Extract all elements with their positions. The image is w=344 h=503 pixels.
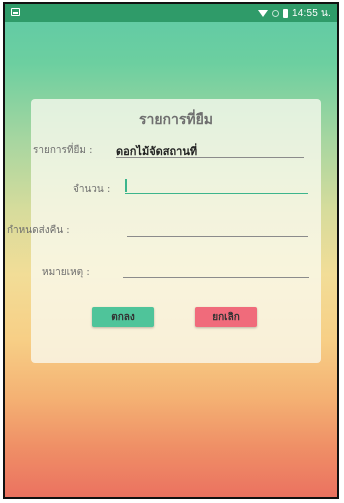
status-icons: 14:55 น. [257, 6, 331, 20]
due-date-label: กำหนดส่งคืน : [7, 225, 70, 236]
remarks-label: หมายเหตุ : [42, 267, 90, 278]
battery-icon [282, 8, 288, 18]
remarks-field[interactable] [123, 277, 309, 278]
status-time: 14:55 น. [291, 7, 331, 19]
quantity-label: จำนวน : [73, 184, 111, 195]
cancel-button[interactable]: ยกเลิก [195, 307, 257, 327]
image-notification-icon [11, 8, 20, 16]
wifi-icon [257, 9, 268, 17]
due-date-field[interactable] [127, 236, 308, 237]
text-caret [125, 179, 127, 192]
quantity-field[interactable] [125, 193, 308, 194]
item-label: รายการที่ยืม : [33, 145, 93, 156]
ok-button[interactable]: ตกลง [92, 307, 154, 327]
borrow-dialog: รายการที่ยืม รายการที่ยืม : ดอกไม้จัดสถา… [7, 99, 321, 363]
status-bar: 14:55 น. [5, 4, 337, 22]
device-frame: 14:55 น. รายการที่ยืม รายการที่ยืม : ดอก… [3, 2, 339, 499]
dialog-title: รายการที่ยืม [138, 112, 214, 128]
app-screen: 14:55 น. รายการที่ยืม รายการที่ยืม : ดอก… [5, 4, 337, 497]
no-signal-icon [271, 9, 279, 17]
item-field[interactable] [116, 157, 304, 158]
